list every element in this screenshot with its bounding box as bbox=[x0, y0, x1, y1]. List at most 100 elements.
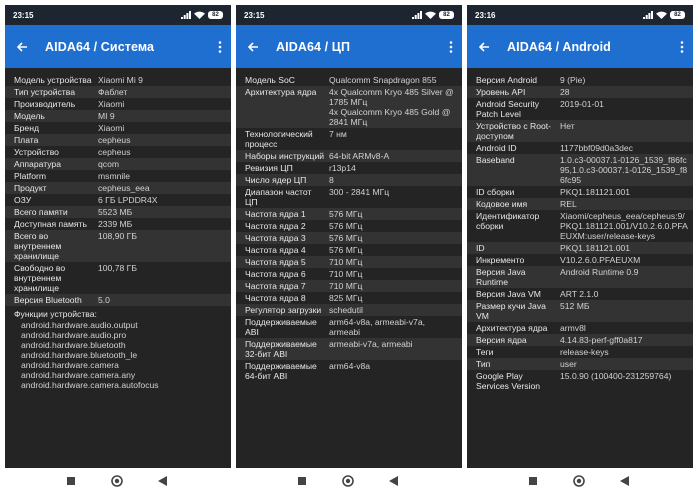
info-row: Устройство cepheus bbox=[5, 146, 231, 158]
info-row: Регулятор загрузки schedutil bbox=[236, 304, 462, 316]
row-value: PKQ1.181121.001 bbox=[560, 243, 631, 253]
info-row: Продукт cepheus_eea bbox=[5, 182, 231, 194]
square-icon[interactable] bbox=[64, 474, 78, 488]
screen-system: 23:15 82 AIDA64 / Система Модель устройс… bbox=[5, 5, 231, 468]
row-value: 2019-01-01 bbox=[560, 99, 604, 109]
info-row: Архитектура ядра 4x Qualcomm Kryo 485 Sil… bbox=[236, 86, 462, 128]
info-row: Уровень API 28 bbox=[467, 86, 693, 98]
row-key: Всего во внутреннем хранилище bbox=[14, 231, 62, 261]
triangle-icon[interactable] bbox=[155, 474, 169, 488]
row-key: Теги bbox=[476, 347, 494, 357]
row-key: ID сборки bbox=[476, 187, 515, 197]
info-row: Свободно во внутреннем хранилище 100,78 Г… bbox=[5, 262, 231, 294]
row-key: Доступная память bbox=[14, 219, 87, 229]
row-value: 710 МГц bbox=[329, 269, 363, 279]
info-row: Всего памяти 5523 МБ bbox=[5, 206, 231, 218]
row-value: qcom bbox=[98, 159, 120, 169]
info-row: Число ядер ЦП 8 bbox=[236, 174, 462, 186]
row-value: 5.0 bbox=[98, 295, 110, 305]
back-arrow-icon[interactable] bbox=[467, 25, 501, 68]
page-title: AIDA64 / Android bbox=[507, 39, 611, 54]
row-value: 4x Qualcomm Kryo 485 Silver @ 1785 МГц 4… bbox=[329, 87, 454, 127]
row-key: Продукт bbox=[14, 183, 47, 193]
more-vert-icon[interactable] bbox=[209, 25, 231, 68]
back-arrow-icon[interactable] bbox=[5, 25, 39, 68]
row-key: Всего памяти bbox=[14, 207, 68, 217]
row-key: Частота ядра 3 bbox=[245, 233, 306, 243]
row-key: Частота ядра 2 bbox=[245, 221, 306, 231]
row-key: Поддерживаемые ABI bbox=[245, 317, 317, 337]
row-value: Xiaomi Mi 9 bbox=[98, 75, 143, 85]
row-key: Частота ядра 8 bbox=[245, 293, 306, 303]
row-value: 576 МГц bbox=[329, 209, 363, 219]
triangle-icon[interactable] bbox=[617, 474, 631, 488]
row-key: Google Play Services Version bbox=[476, 371, 541, 391]
info-row: Поддерживаемые 32-бит ABI armeabi-v7a, ar… bbox=[236, 338, 462, 360]
info-row: Кодовое имя REL bbox=[467, 198, 693, 210]
feature-item: android.hardware.bluetooth bbox=[21, 340, 126, 350]
feature-item: android.hardware.audio.pro bbox=[21, 330, 127, 340]
row-value: 512 МБ bbox=[560, 301, 590, 311]
row-key: Бренд bbox=[14, 123, 39, 133]
info-list[interactable]: Модель SoC Qualcomm Snapdragon 855 Архите… bbox=[236, 68, 462, 468]
more-vert-icon[interactable] bbox=[440, 25, 462, 68]
info-row: Поддерживаемые 64-бит ABI arm64-v8a bbox=[236, 360, 462, 382]
rows: Модель устройства Xiaomi Mi 9 Тип устройс… bbox=[5, 68, 231, 390]
info-row: Наборы инструкций 64-bit ARMv8-A bbox=[236, 150, 462, 162]
more-vert-icon[interactable] bbox=[671, 25, 693, 68]
info-row: Версия Java Runtime Android Runtime 0.9 bbox=[467, 266, 693, 288]
info-row: Частота ядра 4 576 МГц bbox=[236, 244, 462, 256]
info-row: Версия Java VM ART 2.1.0 bbox=[467, 288, 693, 300]
row-value: msmnile bbox=[98, 171, 130, 181]
row-value: Xiaomi/cepheus_eea/cepheus:9/PKQ1.181121… bbox=[560, 211, 688, 241]
row-key: Регулятор загрузки bbox=[245, 305, 322, 315]
row-key: Модель устройства bbox=[14, 75, 92, 85]
row-key: Android Security Patch Level bbox=[476, 99, 540, 119]
info-row: Модель устройства Xiaomi Mi 9 bbox=[5, 74, 231, 86]
info-row: Baseband 1.0.c3-00037.1-0126_1539_f86fc95… bbox=[467, 154, 693, 186]
status-icons: 82 bbox=[643, 11, 685, 19]
status-icons: 82 bbox=[181, 11, 223, 19]
row-value: 1177bbf09d0a3dec bbox=[560, 143, 633, 153]
row-key: Архитектура ядра bbox=[476, 323, 548, 333]
row-value: armeabi-v7a, armeabi bbox=[329, 339, 413, 349]
row-value: ART 2.1.0 bbox=[560, 289, 599, 299]
info-row: Инкременто V10.2.6.0.PFAEUXM bbox=[467, 254, 693, 266]
row-key: Platform bbox=[14, 171, 46, 181]
info-row: ID сборки PKQ1.181121.001 bbox=[467, 186, 693, 198]
info-row: Частота ядра 7 710 МГц bbox=[236, 280, 462, 292]
info-list[interactable]: Модель устройства Xiaomi Mi 9 Тип устройс… bbox=[5, 68, 231, 468]
circle-icon[interactable] bbox=[110, 474, 124, 488]
row-value: arm64-v8a bbox=[329, 361, 371, 371]
info-list[interactable]: Версия Android 9 (Pie) Уровень API 28 Andr… bbox=[467, 68, 693, 468]
row-value: 108,90 ГБ bbox=[98, 231, 137, 241]
circle-icon[interactable] bbox=[572, 474, 586, 488]
row-value: PKQ1.181121.001 bbox=[560, 187, 631, 197]
square-icon[interactable] bbox=[526, 474, 540, 488]
circle-icon[interactable] bbox=[341, 474, 355, 488]
row-value: 15.0.90 (100400-231259764) bbox=[560, 371, 672, 381]
row-key: Устройство bbox=[14, 147, 59, 157]
square-icon[interactable] bbox=[295, 474, 309, 488]
row-key: Android ID bbox=[476, 143, 517, 153]
row-value: REL bbox=[560, 199, 577, 209]
row-value: 8 bbox=[329, 175, 334, 185]
screen-cpu: 23:15 82 AIDA64 / ЦП Модель SoC Qualcomm … bbox=[236, 5, 462, 468]
row-value: MI 9 bbox=[98, 111, 115, 121]
row-value: schedutil bbox=[329, 305, 363, 315]
info-row: Частота ядра 1 576 МГц bbox=[236, 208, 462, 220]
row-key: Технологический процесс bbox=[245, 129, 313, 149]
wifi-icon bbox=[194, 11, 205, 19]
app-bar: AIDA64 / Android bbox=[467, 25, 693, 68]
back-arrow-icon[interactable] bbox=[236, 25, 270, 68]
info-row: Тип устройства Фаблет bbox=[5, 86, 231, 98]
triangle-icon[interactable] bbox=[386, 474, 400, 488]
row-key: Версия ядра bbox=[476, 335, 527, 345]
row-key: Инкременто bbox=[476, 255, 525, 265]
battery-icon: 82 bbox=[439, 11, 454, 19]
signal-icon bbox=[412, 11, 422, 19]
row-key: Аппаратура bbox=[14, 159, 61, 169]
row-value: Qualcomm Snapdragon 855 bbox=[329, 75, 437, 85]
page-title: AIDA64 / ЦП bbox=[276, 39, 351, 54]
info-row: Модель SoC Qualcomm Snapdragon 855 bbox=[236, 74, 462, 86]
